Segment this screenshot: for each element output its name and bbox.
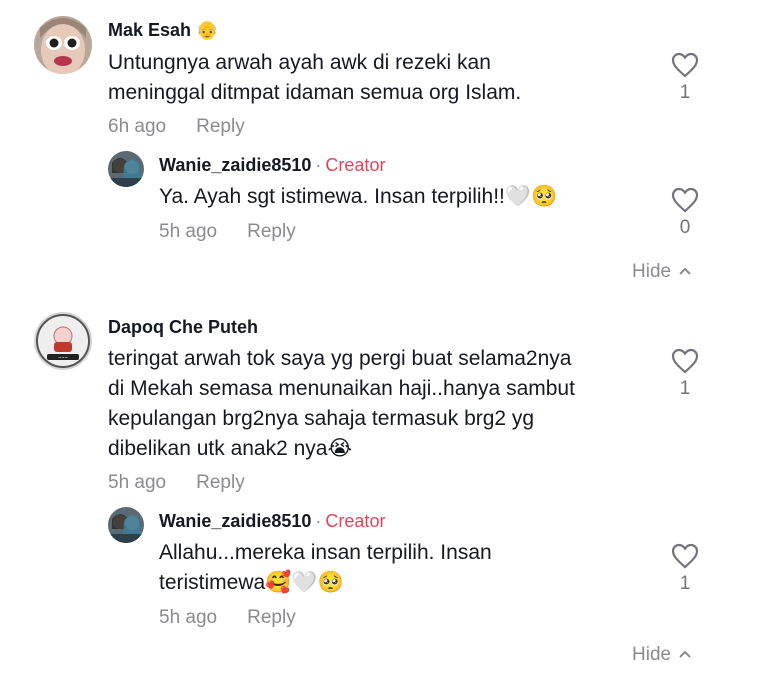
- like-button[interactable]: 0: [665, 187, 705, 239]
- like-button[interactable]: 1: [665, 543, 705, 595]
- hide-replies-button[interactable]: Hide: [632, 261, 691, 283]
- svg-text:~~~: ~~~: [58, 355, 68, 360]
- chevron-up-icon: [679, 645, 691, 661]
- avatar[interactable]: [34, 16, 92, 74]
- avatar[interactable]: ~~~: [34, 312, 92, 370]
- hide-replies-button[interactable]: Hide: [632, 644, 691, 666]
- badge-icon: 👴: [196, 20, 219, 40]
- heart-outline-icon: [671, 187, 699, 213]
- separator-dot: ·: [315, 511, 322, 531]
- timestamp: 6h ago: [108, 116, 167, 137]
- comment-text: Untungnya arwah ayah awk di rezeki kan m…: [108, 51, 522, 104]
- reply-meta: 5h ago Reply: [159, 607, 296, 629]
- timestamp: 5h ago: [159, 221, 218, 242]
- heart-outline-icon: [671, 543, 699, 569]
- creator-tag: Creator: [325, 511, 386, 531]
- reply-button[interactable]: Reply: [247, 221, 296, 242]
- separator-dot: ·: [315, 155, 322, 175]
- comment-meta: 6h ago Reply: [108, 116, 245, 138]
- reply-text: Ya. Ayah sgt istimewa. Insan terpilih!!🤍…: [159, 185, 558, 208]
- timestamp: 5h ago: [108, 472, 167, 493]
- avatar[interactable]: [108, 151, 144, 187]
- reply-text: Allahu...mereka insan terpilih. Insan te…: [159, 541, 492, 594]
- reply-button[interactable]: Reply: [247, 607, 296, 628]
- like-button[interactable]: 1: [665, 52, 705, 104]
- comment-username[interactable]: Dapoq Che Puteh: [108, 317, 258, 338]
- creator-tag: Creator: [325, 155, 386, 175]
- comment-username[interactable]: Mak Esah 👴: [108, 20, 218, 41]
- reply-button[interactable]: Reply: [196, 116, 245, 137]
- comment-meta: 5h ago Reply: [108, 472, 245, 494]
- reply-username[interactable]: Wanie_zaidie8510 · Creator: [159, 155, 385, 176]
- reply-button[interactable]: Reply: [196, 472, 245, 493]
- like-count: 1: [679, 573, 691, 594]
- avatar[interactable]: [108, 507, 144, 543]
- heart-outline-icon: [671, 348, 699, 374]
- reply-meta: 5h ago Reply: [159, 221, 296, 243]
- heart-outline-icon: [671, 52, 699, 78]
- like-count: 1: [679, 82, 691, 103]
- like-button[interactable]: 1: [665, 348, 705, 400]
- timestamp: 5h ago: [159, 607, 218, 628]
- like-count: 1: [679, 378, 691, 399]
- comment-text: teringat arwah tok saya yg pergi buat se…: [108, 347, 575, 460]
- chevron-up-icon: [679, 262, 691, 278]
- like-count: 0: [679, 217, 691, 238]
- reply-username[interactable]: Wanie_zaidie8510 · Creator: [159, 511, 385, 532]
